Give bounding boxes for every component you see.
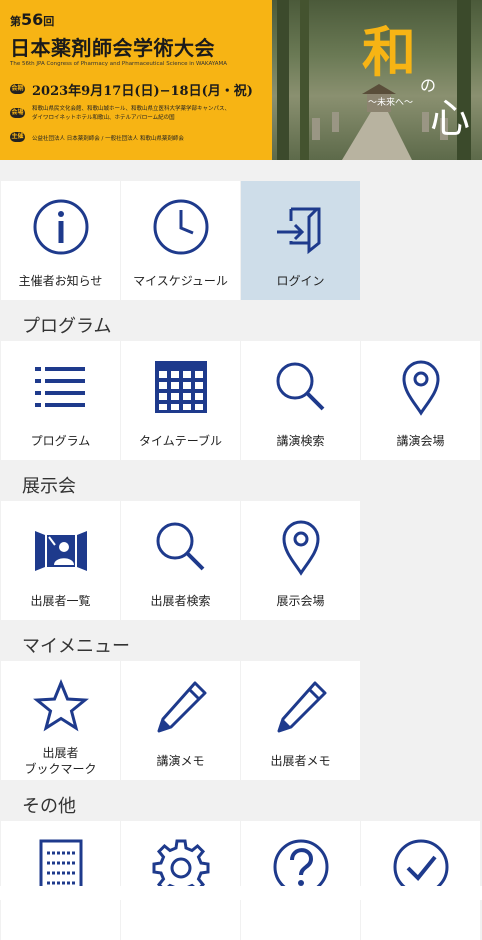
location-pin-icon bbox=[281, 520, 320, 576]
tile-label: プログラム bbox=[30, 434, 91, 448]
tile-label: ログイン bbox=[276, 274, 325, 288]
lecture-search-tile[interactable]: 講演検索 bbox=[241, 341, 360, 460]
info-icon bbox=[33, 199, 88, 255]
theme-kokoro-character: 心 bbox=[430, 96, 470, 142]
star-icon bbox=[32, 679, 89, 732]
login-icon bbox=[276, 207, 320, 255]
tile-label: 講演会場 bbox=[396, 434, 445, 448]
section-heading-program: プログラム bbox=[22, 316, 112, 337]
lecture-memo-tile[interactable]: 講演メモ bbox=[121, 661, 240, 780]
search-icon bbox=[156, 522, 204, 571]
timetable-tile[interactable]: タイムテーブル bbox=[121, 341, 240, 460]
tile-label: マイスケジュール bbox=[133, 274, 228, 288]
login-tile[interactable]: ログイン bbox=[241, 181, 360, 300]
banner-photo: 和 の 心 〜未来へ〜 bbox=[272, 0, 482, 160]
list-icon bbox=[34, 367, 85, 407]
pencil-icon bbox=[277, 681, 326, 733]
tile-label: 出展者一覧 bbox=[30, 594, 91, 608]
tile-label: 出展者メモ bbox=[270, 754, 331, 768]
tile-label: 講演検索 bbox=[276, 434, 325, 448]
tile-label: 出展者検索 bbox=[150, 594, 211, 608]
lecture-venue-tile[interactable]: 講演会場 bbox=[361, 341, 480, 460]
tile-label: 主催者お知らせ bbox=[18, 274, 103, 288]
tile-label: 展示会場 bbox=[276, 594, 325, 608]
tile-label-line-2: ブックマーク bbox=[24, 762, 97, 776]
host-tag: 主催 bbox=[10, 132, 25, 142]
congress-subtitle: The 56th JPA Congress of Pharmacy and Ph… bbox=[10, 61, 227, 67]
location-pin-icon bbox=[401, 360, 440, 416]
tile-label: 講演メモ bbox=[156, 754, 205, 768]
exhibitor-bookmark-tile[interactable]: 出展者 ブックマーク bbox=[1, 661, 120, 780]
exhibitor-list-tile[interactable]: 出展者一覧 bbox=[1, 501, 120, 620]
search-icon bbox=[276, 362, 324, 411]
banner-info-panel: 第56回 日本薬剤師会学術大会 The 56th JPA Congress of… bbox=[0, 0, 272, 160]
conference-banner: 第56回 日本薬剤師会学術大会 The 56th JPA Congress of… bbox=[0, 0, 482, 160]
section-heading-exhibition: 展示会 bbox=[22, 476, 76, 497]
exhibition-venue-tile[interactable]: 展示会場 bbox=[241, 501, 360, 620]
venue-line-1: 和歌山県民文化会館、和歌山城ホール、和歌山県立医科大学薬学部キャンパス、 bbox=[32, 106, 231, 112]
document-tile[interactable] bbox=[1, 821, 120, 940]
program-tile[interactable]: プログラム bbox=[1, 341, 120, 460]
settings-tile[interactable] bbox=[121, 821, 240, 940]
theme-wa-character: 和 bbox=[362, 20, 416, 84]
my-schedule-tile[interactable]: マイスケジュール bbox=[121, 181, 240, 300]
host-organizations: 公益社団法人 日本薬剤師会 / 一般社団法人 和歌山県薬剤師会 bbox=[32, 136, 184, 142]
exhibitor-booth-icon bbox=[34, 531, 87, 571]
help-tile[interactable] bbox=[241, 821, 360, 940]
clock-icon bbox=[153, 199, 208, 255]
pencil-icon bbox=[157, 681, 206, 733]
tile-label: 出展者 ブックマーク bbox=[1, 745, 120, 777]
check-tile[interactable] bbox=[361, 821, 480, 940]
tile-label-line-1: 出展者 bbox=[42, 746, 79, 760]
venue-tag: 会場 bbox=[10, 108, 25, 118]
exhibitor-search-tile[interactable]: 出展者検索 bbox=[121, 501, 240, 620]
section-heading-other: その他 bbox=[22, 792, 76, 818]
edition-label: 第56回 bbox=[10, 10, 55, 29]
congress-title: 日本薬剤師会学術大会 bbox=[10, 36, 215, 60]
calendar-icon bbox=[154, 361, 207, 413]
exhibitor-memo-tile[interactable]: 出展者メモ bbox=[241, 661, 360, 780]
tile-label: タイムテーブル bbox=[138, 434, 223, 448]
bottom-navigation-bar bbox=[0, 886, 482, 900]
organizer-news-tile[interactable]: 主催者お知らせ bbox=[1, 181, 120, 300]
congress-date: 2023年9月17日(日)−18日(月・祝) bbox=[32, 84, 253, 99]
section-heading-mymenu: マイメニュー bbox=[22, 636, 130, 657]
theme-subtitle: 〜未来へ〜 bbox=[368, 98, 414, 108]
section-heading-other-text: その他 bbox=[22, 796, 76, 817]
venue-line-2: ダイワロイネットホテル和歌山、ホテルアバローム紀の国 bbox=[32, 115, 175, 121]
date-tag: 会期 bbox=[10, 84, 25, 94]
